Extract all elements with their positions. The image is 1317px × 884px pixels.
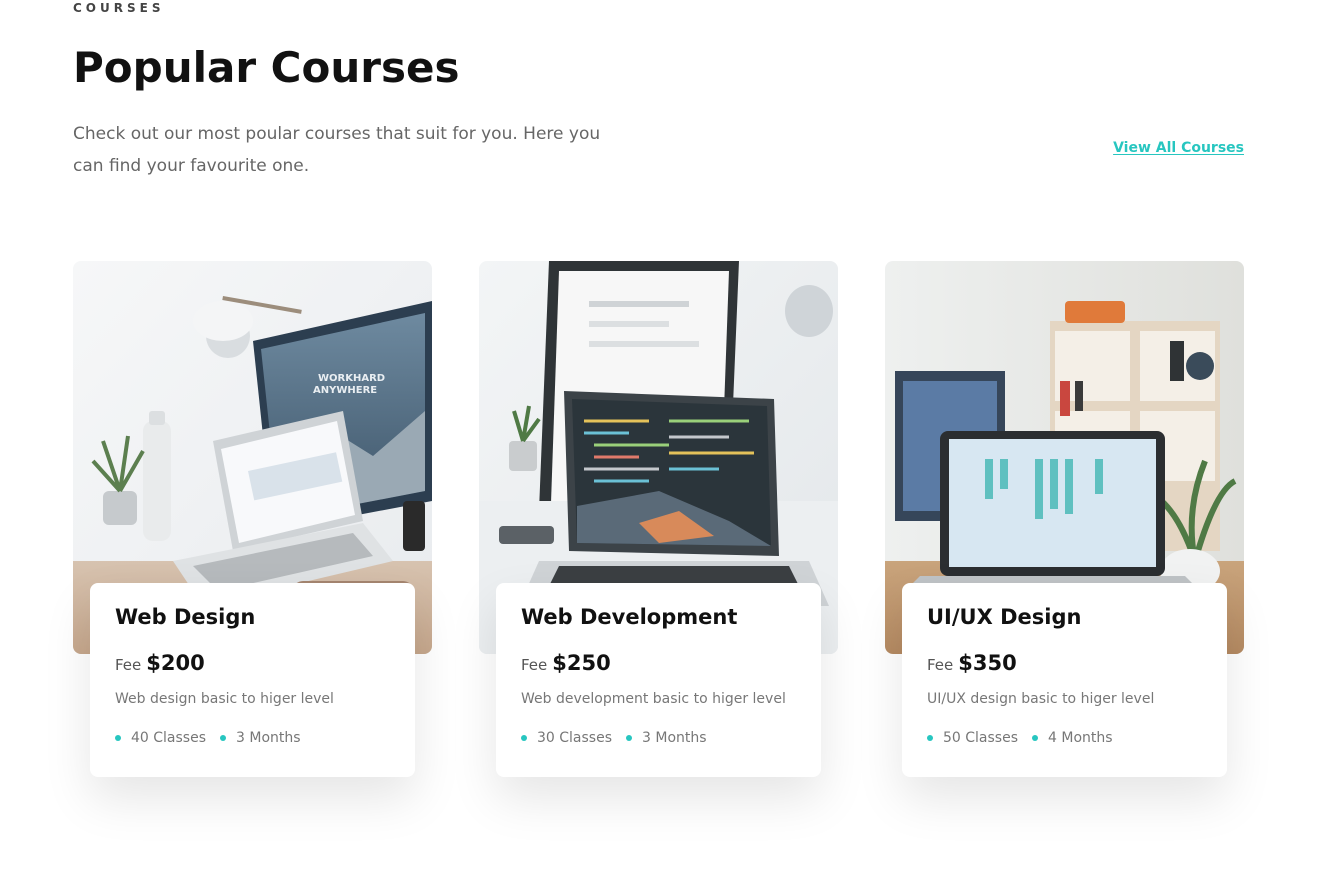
classes-count: 40 Classes <box>115 728 206 748</box>
course-info-web-development: Web Development Fee $250 Web development… <box>496 583 821 777</box>
course-title[interactable]: Web Development <box>521 603 737 631</box>
classes-label: 30 Classes <box>537 730 613 746</box>
course-fee: Fee $200 <box>115 651 205 675</box>
bullet-icon <box>220 735 227 741</box>
course-title[interactable]: Web Design <box>115 603 255 631</box>
bullet-icon <box>521 735 527 741</box>
course-info-web-design: Web Design Fee $200 Web design basic to … <box>90 583 415 777</box>
page-title: Popular Courses <box>73 43 460 92</box>
classes-count: 30 Classes <box>521 728 612 748</box>
course-info-ui-ux-design: UI/UX Design Fee $350 UI/UX design basic… <box>902 583 1227 777</box>
course-description: Web design basic to higer level <box>115 691 334 707</box>
course-duration: 3 Months <box>220 728 301 748</box>
course-meta: 30 Classes 3 Months <box>521 728 721 748</box>
course-fee: Fee $250 <box>521 651 611 675</box>
classes-count: 50 Classes <box>927 728 1018 748</box>
fee-value: $200 <box>146 651 205 675</box>
course-description: Web development basic to higer level <box>521 691 786 707</box>
fee-label: Fee <box>927 656 954 674</box>
bullet-icon <box>1032 735 1039 741</box>
course-meta: 50 Classes 4 Months <box>927 728 1127 748</box>
course-card-ui-ux-design[interactable]: UI/UX Design Fee $350 UI/UX design basic… <box>885 261 1244 781</box>
duration-label: 4 Months <box>1048 730 1113 746</box>
section-eyebrow: COURSES <box>73 1 165 15</box>
course-cards: WORKHARD ANYWHERE Web Design Fee $200 We… <box>73 261 1244 781</box>
course-description: UI/UX design basic to higer level <box>927 691 1155 707</box>
course-card-web-design[interactable]: WORKHARD ANYWHERE Web Design Fee $200 We… <box>73 261 432 781</box>
duration-label: 3 Months <box>236 730 301 746</box>
classes-label: 50 Classes <box>943 730 1019 746</box>
bullet-icon <box>626 735 633 741</box>
bullet-icon <box>927 735 933 741</box>
course-duration: 4 Months <box>1032 728 1113 748</box>
course-duration: 3 Months <box>626 728 707 748</box>
svg-text:ANYWHERE: ANYWHERE <box>313 385 377 396</box>
course-card-web-development[interactable]: Web Development Fee $250 Web development… <box>479 261 838 781</box>
svg-text:WORKHARD: WORKHARD <box>318 373 385 384</box>
view-all-courses-link[interactable]: View All Courses <box>1113 140 1244 156</box>
course-meta: 40 Classes 3 Months <box>115 728 315 748</box>
classes-label: 40 Classes <box>131 730 207 746</box>
fee-label: Fee <box>521 656 548 674</box>
fee-value: $350 <box>958 651 1017 675</box>
fee-value: $250 <box>552 651 611 675</box>
fee-label: Fee <box>115 656 142 674</box>
section-description: Check out our most poular courses that s… <box>73 124 601 176</box>
duration-label: 3 Months <box>642 730 707 746</box>
bullet-icon <box>115 735 121 741</box>
course-title[interactable]: UI/UX Design <box>927 603 1081 631</box>
course-fee: Fee $350 <box>927 651 1017 675</box>
